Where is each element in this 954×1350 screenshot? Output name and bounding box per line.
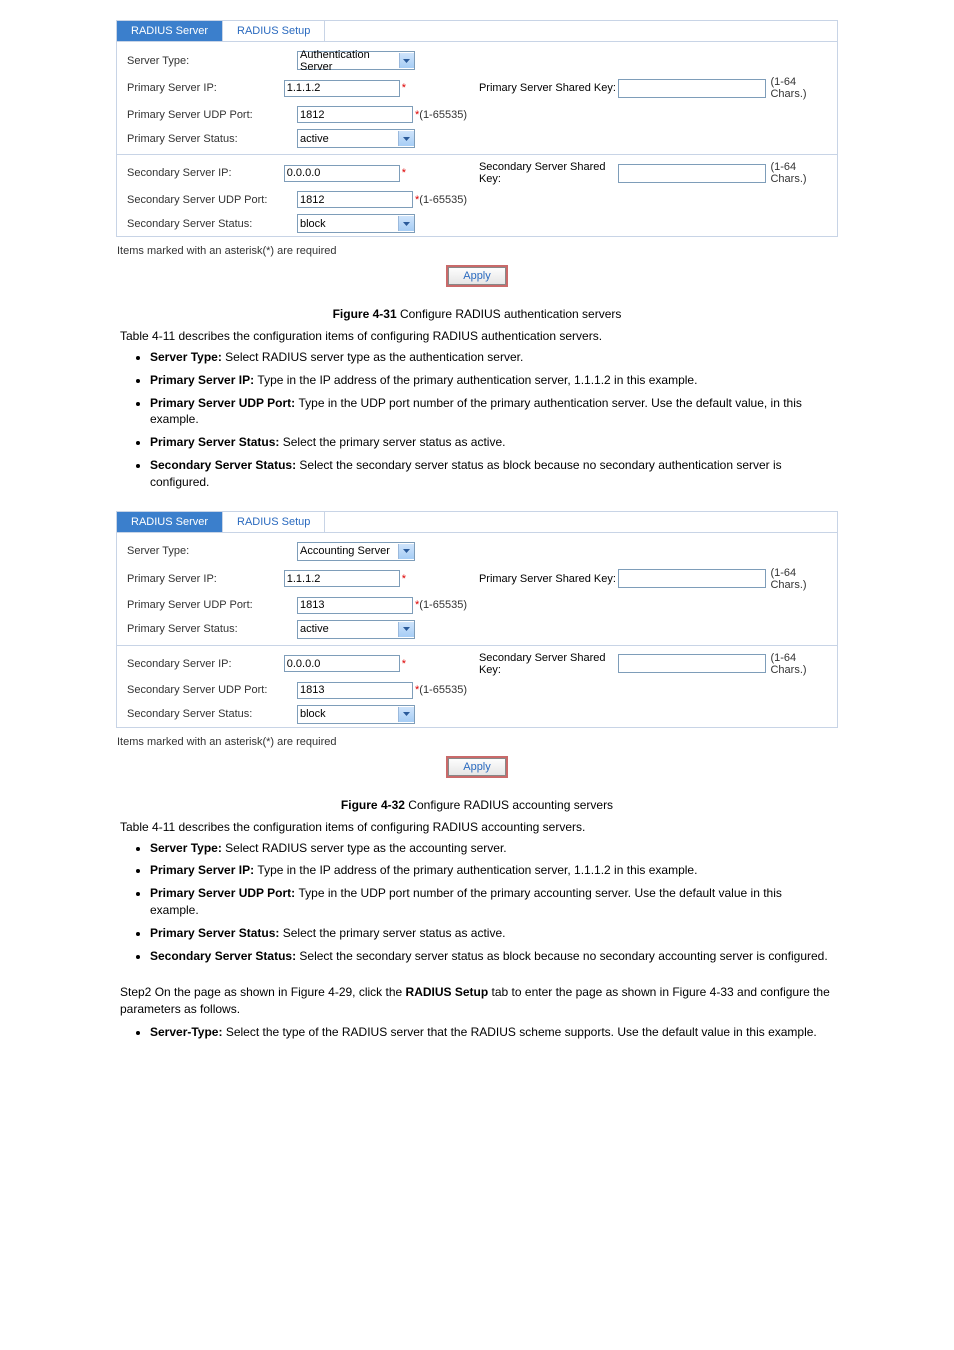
secondary-ip-input[interactable]: [284, 655, 400, 672]
figure-caption-2: Figure 4-32 Configure RADIUS accounting …: [60, 798, 894, 812]
primary-port-input[interactable]: [297, 106, 413, 123]
chevron-down-icon: [399, 53, 414, 68]
bullets-1: Server Type: Select RADIUS server type a…: [150, 349, 830, 491]
chevron-down-icon: [398, 131, 414, 146]
radius-auth-form: RADIUS Server RADIUS Setup Server Type: …: [116, 20, 838, 237]
label-server-type: Server Type:: [127, 55, 297, 67]
desc-2: Table 4-11 describes the configuration i…: [120, 820, 840, 834]
figure-caption-1: Figure 4-31 Configure RADIUS authenticat…: [60, 307, 894, 321]
label-primary-key: Primary Server Shared Key:: [479, 82, 619, 94]
primary-status-select[interactable]: active: [297, 129, 415, 148]
server-type-select[interactable]: Accounting Server: [297, 542, 415, 561]
label-secondary-status: Secondary Server Status:: [127, 218, 297, 230]
tab-radius-setup[interactable]: RADIUS Setup: [223, 21, 325, 41]
primary-key-input[interactable]: [618, 569, 766, 588]
required-note: Items marked with an asterisk(*) are req…: [117, 245, 837, 257]
figure-link[interactable]: Figure 4-33: [672, 985, 733, 999]
apply-button[interactable]: Apply: [448, 758, 506, 776]
label-secondary-port: Secondary Server UDP Port:: [127, 194, 297, 206]
table-link[interactable]: Table 4-11: [120, 820, 175, 834]
chevron-down-icon: [398, 707, 414, 722]
secondary-key-input[interactable]: [618, 654, 766, 673]
hint-chars: (1-64 Chars.): [770, 76, 827, 100]
label-primary-port: Primary Server UDP Port:: [127, 109, 297, 121]
label-primary-ip: Primary Server IP:: [127, 82, 284, 94]
tabs: RADIUS Server RADIUS Setup: [117, 512, 837, 533]
required-star: *: [402, 82, 406, 94]
chevron-down-icon: [398, 544, 414, 559]
hint-port: *(1-65535): [415, 109, 467, 121]
chevron-down-icon: [398, 216, 414, 231]
secondary-port-input[interactable]: [297, 191, 413, 208]
primary-ip-input[interactable]: [284, 570, 400, 587]
primary-status-select[interactable]: active: [297, 620, 415, 639]
secondary-status-select[interactable]: block: [297, 214, 415, 233]
table-link[interactable]: Table 4-11: [120, 329, 175, 343]
required-note: Items marked with an asterisk(*) are req…: [117, 736, 837, 748]
apply-button[interactable]: Apply: [448, 267, 506, 285]
required-star: *: [402, 167, 406, 179]
radius-acct-form: RADIUS Server RADIUS Setup Server Type: …: [116, 511, 838, 728]
secondary-key-input[interactable]: [618, 164, 766, 183]
hint-port: *(1-65535): [415, 194, 467, 206]
tab-radius-server[interactable]: RADIUS Server: [117, 21, 223, 41]
primary-port-input[interactable]: [297, 597, 413, 614]
secondary-port-input[interactable]: [297, 682, 413, 699]
bullets-3: Server-Type: Select the type of the RADI…: [150, 1024, 830, 1041]
primary-ip-input[interactable]: [284, 80, 400, 97]
label-secondary-ip: Secondary Server IP:: [127, 167, 284, 179]
desc-1: Table 4-11 describes the configuration i…: [120, 329, 840, 343]
chevron-down-icon: [398, 622, 414, 637]
secondary-status-select[interactable]: block: [297, 705, 415, 724]
tab-radius-server[interactable]: RADIUS Server: [117, 512, 223, 532]
label-secondary-key: Secondary Server Shared Key:: [479, 161, 619, 185]
server-type-select[interactable]: Authentication Server: [297, 51, 415, 70]
secondary-ip-input[interactable]: [284, 165, 400, 182]
step2: Step2 On the page as shown in Figure 4-2…: [120, 984, 840, 1018]
tab-radius-setup[interactable]: RADIUS Setup: [223, 512, 325, 532]
tabs: RADIUS Server RADIUS Setup: [117, 21, 837, 42]
figure-link[interactable]: Figure 4-29: [291, 985, 352, 999]
primary-key-input[interactable]: [618, 79, 766, 98]
hint-chars: (1-64 Chars.): [770, 161, 827, 185]
bullets-2: Server Type: Select RADIUS server type a…: [150, 840, 830, 965]
label-primary-status: Primary Server Status:: [127, 133, 297, 145]
